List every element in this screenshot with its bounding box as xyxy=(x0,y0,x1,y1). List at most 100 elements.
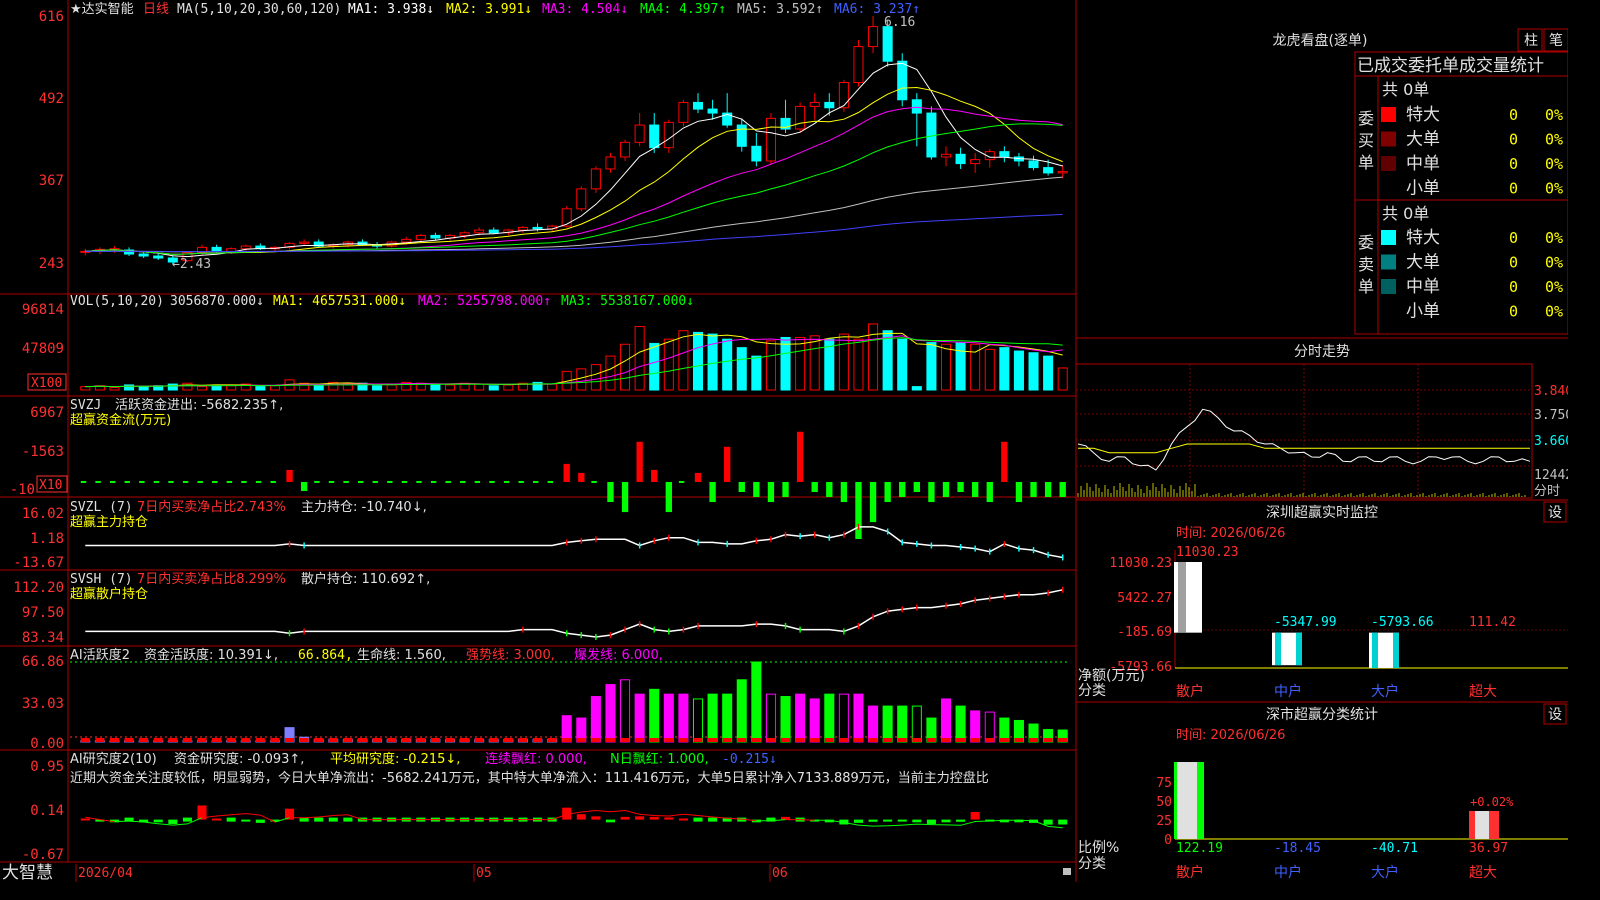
dragon-subtitle: 已成交委托单成交量统计 xyxy=(1357,56,1544,76)
candle-body xyxy=(488,229,499,234)
svzj-zero-dash xyxy=(518,480,524,483)
svzl-tick-3: -13.67 xyxy=(13,555,64,571)
svzl-panel[interactable]: 16.02 1.18 -13.67 SVZL (7) 7日内买卖净占比2.743… xyxy=(13,499,1064,571)
ai-activity-base xyxy=(226,738,236,742)
candle-body xyxy=(999,151,1010,158)
price-panel[interactable]: 616 492 367 243 6.16 ←2.43 ★达实智能 日线 MA(5… xyxy=(39,2,1068,272)
ai-activity-base xyxy=(460,738,470,742)
svzj-tick-2: -1563 xyxy=(22,444,64,460)
classify-value: -18.45 xyxy=(1274,841,1321,856)
volume-bar xyxy=(926,342,937,391)
ai2-bar xyxy=(897,819,907,822)
svg-text:委: 委 xyxy=(1358,233,1374,252)
svzj-zero-dash xyxy=(460,480,466,483)
volume-bar xyxy=(692,331,704,391)
classify-panel[interactable]: 深市超赢分类统计 设 时间: 2026/06/26 75 50 25 0 122… xyxy=(1076,701,1568,881)
ai-activity-bar xyxy=(605,684,616,743)
ma5-value: MA5: 3.592↑ xyxy=(737,2,823,17)
volume-header: VOL(5,10,20) 3056870.000↓ MA1: 4657531.0… xyxy=(70,294,694,309)
svzj-zero-dash xyxy=(212,480,218,483)
svzj-zero-dash xyxy=(153,480,160,483)
svzj-zero-dash xyxy=(357,480,364,483)
candle-body xyxy=(911,99,922,114)
classify-settings-button[interactable]: 设 xyxy=(1543,703,1567,725)
ai-activity-panel[interactable]: 66.86 33.03 0.00 AI活跃度2 资金活跃度: 10.391↓, … xyxy=(22,647,1070,752)
ai-activity-base xyxy=(357,738,367,742)
ai2-bar xyxy=(255,819,265,823)
monitor-y-label: 净额(万元) xyxy=(1078,668,1145,684)
ai2-bar xyxy=(620,816,630,820)
svsh-tick-2: 97.50 xyxy=(22,605,64,621)
svsh-header: SVSH (7) 7日内买卖净占比8.299% 散户持仓: 110.692↑, … xyxy=(70,571,430,602)
ma4-value: MA4: 4.397↑ xyxy=(640,2,726,17)
svzj-zero-dash xyxy=(139,480,145,483)
sell-label: 委卖单 xyxy=(1358,233,1374,296)
svzj-bar xyxy=(1001,441,1008,482)
svzj-tick-1: 6967 xyxy=(30,405,64,421)
column-view-button[interactable]: 柱 xyxy=(1517,28,1543,52)
tick-view-button[interactable]: 笔 xyxy=(1543,28,1569,52)
volume-bar xyxy=(503,384,514,391)
volume-bar xyxy=(765,340,776,391)
svzj-bar xyxy=(578,472,585,482)
ai2-bar xyxy=(649,816,659,820)
volume-bar xyxy=(838,333,849,391)
svsh-panel[interactable]: 112.20 97.50 83.34 SVSH (7) 7日内买卖净占比8.29… xyxy=(13,571,1064,646)
ai2-bar xyxy=(1043,819,1053,825)
classify-value: -40.71 xyxy=(1371,841,1418,856)
candle-body xyxy=(824,101,835,109)
svsh-tick-1: 112.20 xyxy=(13,580,64,596)
intraday-panel[interactable]: 分时走势 3.840 3.750 3.660 12442 分时 xyxy=(1075,337,1573,499)
candle-body xyxy=(532,226,543,230)
svzl-line xyxy=(85,523,1064,561)
dragon-tiger-panel[interactable]: 龙虎看盘(逐单) 柱 笔 已成交委托单成交量统计 委买单 共 0单 特大 0 0%大… xyxy=(1273,28,1569,335)
ai-activity-bar xyxy=(882,705,893,743)
monitor-bar-shade xyxy=(1275,632,1281,666)
ai-activity-base xyxy=(401,738,411,742)
ai-activity-base xyxy=(678,738,688,742)
volume-bar xyxy=(444,384,456,391)
candle-body xyxy=(590,168,601,190)
classify-x-label: 分类 xyxy=(1078,856,1106,872)
svzj-bar xyxy=(899,481,906,498)
volume-bar xyxy=(678,330,689,391)
svzj-zero-dash xyxy=(109,480,116,483)
volume-bar xyxy=(722,338,733,391)
ai-activity-base xyxy=(372,738,382,742)
candle-body xyxy=(1028,160,1039,169)
order-pct: 0% xyxy=(1545,254,1563,272)
ai-activity-base xyxy=(153,738,163,742)
ai-active: 资金活跃度: 10.391↓, xyxy=(144,647,278,663)
ai-tick-1: 66.86 xyxy=(22,654,64,670)
svzj-panel[interactable]: 6967 -1563 -10 X10 SVZJ 活跃资金进出: -5682.23… xyxy=(10,397,1066,540)
volume-bar xyxy=(999,347,1010,391)
ai-activity-base xyxy=(956,738,966,742)
ai-activity-base xyxy=(430,738,440,742)
monitor-settings-button[interactable]: 设 xyxy=(1543,501,1567,523)
svzj-zero-dash xyxy=(80,480,87,483)
ai2-bar xyxy=(168,819,178,824)
app-logo: 大智慧 xyxy=(2,863,53,882)
ai-activity-base xyxy=(343,738,353,742)
ai-activity-bar xyxy=(707,693,718,743)
classify-value: 122.19 xyxy=(1176,841,1223,856)
vol-value: 3056870.000↓ xyxy=(170,294,264,309)
intraday-y-axis: 3.840 3.750 3.660 12442 分时 xyxy=(1534,384,1573,499)
ai-activity-base xyxy=(912,738,922,742)
ai-activity-base xyxy=(255,738,265,742)
ai-activity-base xyxy=(474,738,484,742)
classify-bars: 122.19 -18.45 -40.71 36.97 xyxy=(1174,762,1508,856)
volume-panel[interactable]: 96814 47809 X100 VOL(5,10,20) 3056870.00… xyxy=(22,294,1068,391)
order-type: 小单 xyxy=(1406,179,1440,199)
monitor-panel[interactable]: 深圳超赢实时监控 设 时间: 2026/06/26 11030.23 5422.… xyxy=(1076,499,1568,700)
order-swatch xyxy=(1381,230,1396,245)
svzj-zero-dash xyxy=(430,480,437,483)
intraday-tick-3: 3.660 xyxy=(1534,434,1568,449)
ai-research-panel[interactable]: 0.95 0.14 -0.67 AI研究度2(10) 资金研究度: -0.093… xyxy=(22,751,1068,863)
ai-activity-base xyxy=(824,738,834,742)
order-type: 大单 xyxy=(1406,253,1440,273)
volume-bar xyxy=(124,384,135,391)
candle-body xyxy=(795,105,806,130)
ai2-bar xyxy=(970,812,980,820)
candle-body xyxy=(751,145,762,162)
